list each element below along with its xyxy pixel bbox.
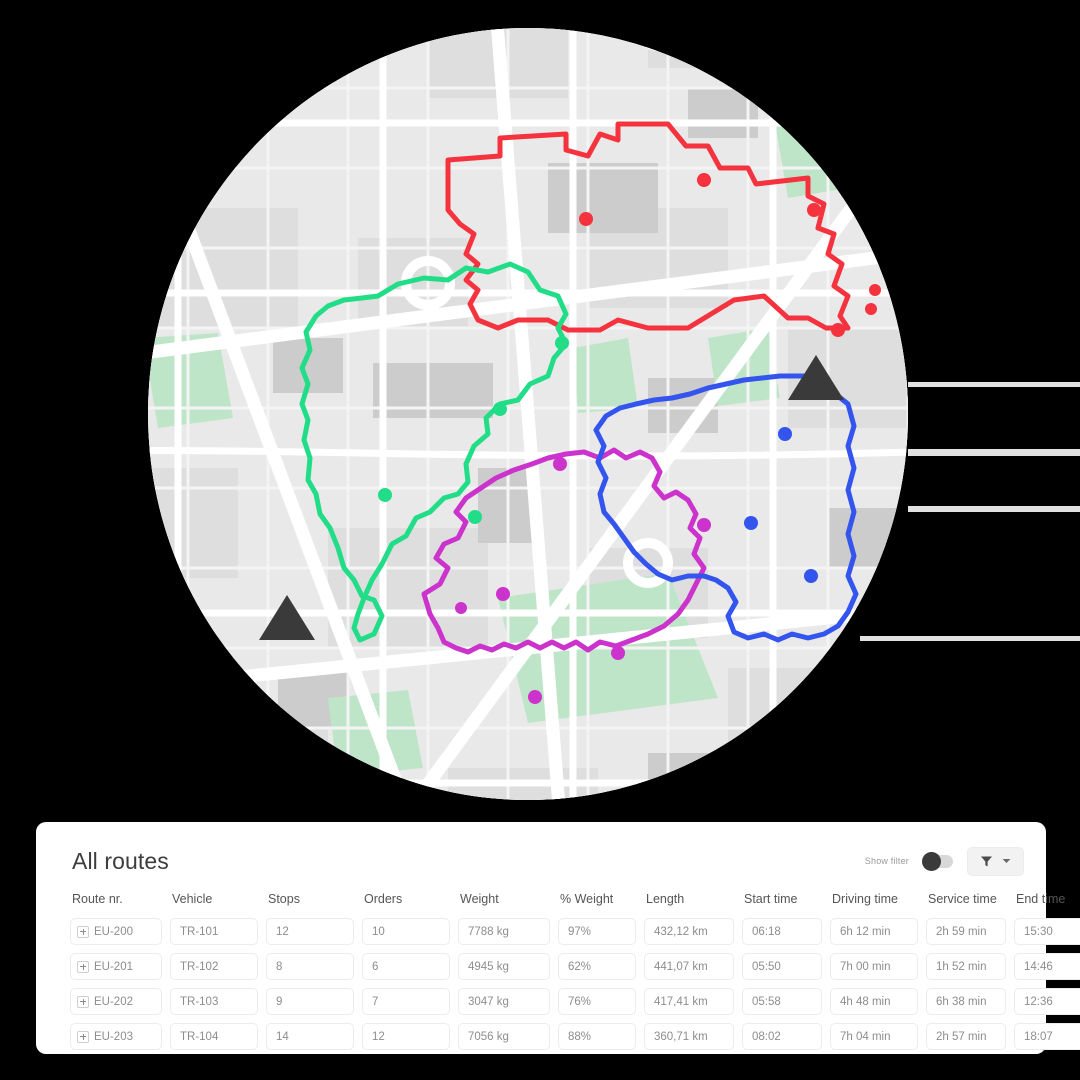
cell-vehicle[interactable]: TR-102 <box>170 953 258 980</box>
cell-end-time[interactable]: 18:07 <box>1014 1023 1080 1050</box>
cell-stops[interactable]: 14 <box>266 1023 354 1050</box>
cell-driving-time[interactable]: 7h 00 min <box>830 953 918 980</box>
cell-route-nr: EU-201 <box>94 960 133 973</box>
show-filter-label: Show filter <box>864 856 909 866</box>
show-filter-toggle[interactable] <box>922 851 953 871</box>
table-row[interactable]: EU-201 <box>70 953 162 980</box>
cell-driving-time[interactable]: 7h 04 min <box>830 1023 918 1050</box>
table-row[interactable]: EU-203 <box>70 1023 162 1050</box>
cell-length[interactable]: 432,12 km <box>644 918 734 945</box>
cell-weight-pct[interactable]: 97% <box>558 918 636 945</box>
all-routes-panel: All routes Show filter Route nr. Vehicle… <box>36 822 1080 1054</box>
column-header-length: Length <box>646 892 685 906</box>
cell-driving-time[interactable]: 6h 12 min <box>830 918 918 945</box>
cell-weight-pct[interactable]: 62% <box>558 953 636 980</box>
cell-start-time[interactable]: 08:02 <box>742 1023 822 1050</box>
cell-orders[interactable]: 7 <box>362 988 450 1015</box>
column-header-end-time: End time <box>1016 892 1066 906</box>
cell-weight[interactable]: 7788 kg <box>458 918 550 945</box>
page-title: All routes <box>72 847 169 874</box>
cell-orders[interactable]: 6 <box>362 953 450 980</box>
routes-table: Route nr. Vehicle Stops Orders Weight % … <box>56 892 1080 1050</box>
map-artifact-line-3 <box>908 506 1080 512</box>
app-root: All routes Show filter Route nr. Vehicle… <box>0 0 1080 1080</box>
cell-weight-pct[interactable]: 88% <box>558 1023 636 1050</box>
column-header-start-time: Start time <box>744 892 798 906</box>
table-row[interactable]: EU-202 <box>70 988 162 1015</box>
toggle-knob <box>922 851 941 871</box>
cell-service-time[interactable]: 6h 38 min <box>926 988 1006 1015</box>
column-header-stops: Stops <box>268 892 300 906</box>
map-routes-layer <box>259 121 894 704</box>
cell-weight[interactable]: 4945 kg <box>458 953 550 980</box>
cell-vehicle[interactable]: TR-104 <box>170 1023 258 1050</box>
cell-length[interactable]: 417,41 km <box>644 988 734 1015</box>
cell-service-time[interactable]: 2h 57 min <box>926 1023 1006 1050</box>
expand-row-icon[interactable] <box>77 960 89 973</box>
depot-south-west-icon <box>259 595 315 640</box>
cell-stops[interactable]: 9 <box>266 988 354 1015</box>
table-row[interactable]: EU-200 <box>70 918 162 945</box>
column-header-orders: Orders <box>364 892 403 906</box>
depot-markers <box>259 355 844 640</box>
chevron-down-icon <box>1002 859 1011 863</box>
column-header-weight-pct: % Weight <box>560 892 614 906</box>
cell-vehicle[interactable]: TR-103 <box>170 988 258 1015</box>
column-header-driving-time: Driving time <box>832 892 898 906</box>
map-artifact-line-4 <box>860 636 1080 641</box>
cell-start-time[interactable]: 05:58 <box>742 988 822 1015</box>
column-header-service-time: Service time <box>928 892 997 906</box>
route-blue <box>593 373 859 643</box>
cell-stops[interactable]: 12 <box>266 918 354 945</box>
expand-row-icon[interactable] <box>77 925 89 938</box>
cell-weight-pct[interactable]: 76% <box>558 988 636 1015</box>
cell-weight[interactable]: 7056 kg <box>458 1023 550 1050</box>
cell-orders[interactable]: 12 <box>362 1023 450 1050</box>
cell-route-nr: EU-202 <box>94 995 133 1008</box>
cell-length[interactable]: 441,07 km <box>644 953 734 980</box>
route-map[interactable] <box>148 28 908 800</box>
cell-end-time[interactable]: 14:46 <box>1014 953 1080 980</box>
cell-end-time[interactable]: 15:30 <box>1014 918 1080 945</box>
cell-length[interactable]: 360,71 km <box>644 1023 734 1050</box>
cell-start-time[interactable]: 05:50 <box>742 953 822 980</box>
panel-header-controls: Show filter <box>864 846 1024 876</box>
column-header-route-nr: Route nr. <box>72 892 123 906</box>
expand-row-icon[interactable] <box>77 1030 89 1043</box>
cell-end-time[interactable]: 12:36 <box>1014 988 1080 1015</box>
cell-orders[interactable]: 10 <box>362 918 450 945</box>
cell-route-nr: EU-203 <box>94 1030 133 1043</box>
route-red-stops <box>579 173 881 337</box>
filter-button[interactable] <box>967 846 1024 876</box>
panel-header: All routes Show filter <box>56 844 1026 878</box>
map-artifact-line-1 <box>908 382 1080 387</box>
cell-vehicle[interactable]: TR-101 <box>170 918 258 945</box>
cell-start-time[interactable]: 06:18 <box>742 918 822 945</box>
column-header-weight: Weight <box>460 892 499 906</box>
funnel-icon <box>981 856 992 866</box>
cell-service-time[interactable]: 1h 52 min <box>926 953 1006 980</box>
cell-stops[interactable]: 8 <box>266 953 354 980</box>
cell-weight[interactable]: 3047 kg <box>458 988 550 1015</box>
route-red <box>445 121 851 333</box>
expand-row-icon[interactable] <box>77 995 89 1008</box>
map-artifact-line-2 <box>908 449 1080 456</box>
cell-service-time[interactable]: 2h 59 min <box>926 918 1006 945</box>
cell-route-nr: EU-200 <box>94 925 133 938</box>
column-header-vehicle: Vehicle <box>172 892 213 906</box>
cell-driving-time[interactable]: 4h 48 min <box>830 988 918 1015</box>
